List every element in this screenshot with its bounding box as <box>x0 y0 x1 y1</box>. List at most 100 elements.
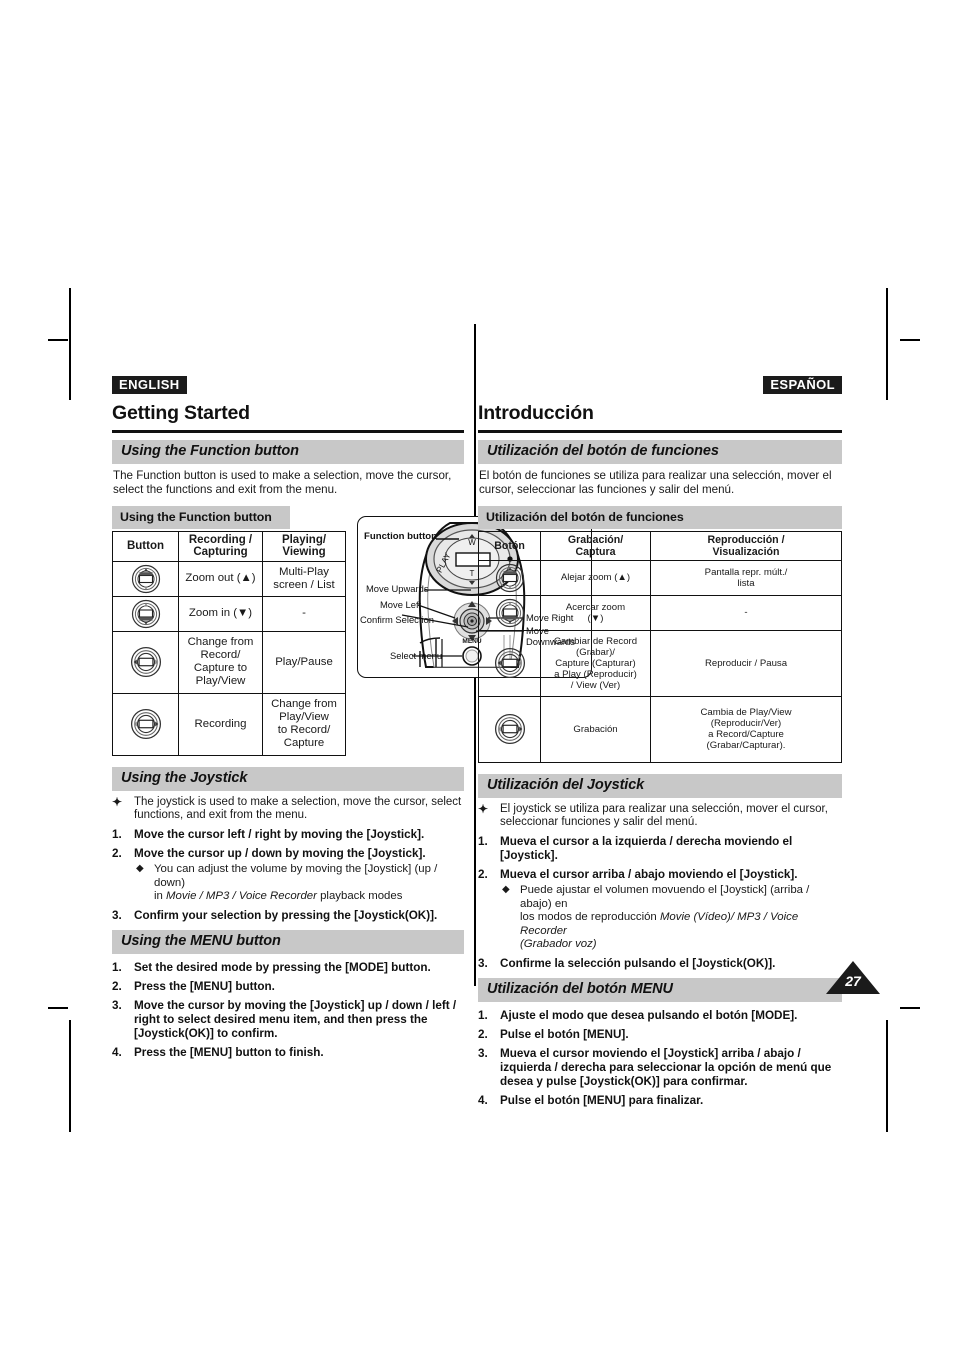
sub-bullet-italic-2: (Grabador voz) <box>520 938 597 951</box>
step-number: 3. <box>478 957 488 971</box>
list-item: 3. Confirme la selección pulsando el [Jo… <box>478 957 842 971</box>
section-header-utilizacion-boton-menu: Utilización del botón MENU <box>478 978 842 1003</box>
manual-page: ENGLISH Getting Started Using the Functi… <box>0 0 954 1350</box>
table-caption-spanish: Utilización del botón de funciones <box>478 505 842 529</box>
cell-reproduccion: - <box>650 594 842 631</box>
cell-icon <box>112 630 179 694</box>
sub-bullet-suffix: playback modes <box>316 890 403 903</box>
step-text: Confirm your selection by pressing the [… <box>134 908 438 922</box>
menu-steps-english: 1. Set the desired mode by pressing the … <box>112 961 464 1060</box>
sub-bullet-prefix: los modos de reproducción <box>520 911 660 924</box>
list-item: 1. Ajuste el modo que desea pulsando el … <box>478 1009 842 1023</box>
dial-left-icon <box>130 646 161 678</box>
table-row: Acercar zoom (▼) - <box>478 594 842 631</box>
diamond-bullet-icon: ◆ <box>136 863 144 875</box>
step-text: Pulse el botón [MENU] para finalizar. <box>500 1094 704 1108</box>
sub-bullets-english: ◆ You can adjust the volume by moving th… <box>134 863 464 904</box>
list-item: ◆ You can adjust the volume by moving th… <box>134 863 464 904</box>
spanish-column: ESPAÑOL Introducción Utilización del bot… <box>478 376 842 1113</box>
dial-right-icon <box>130 708 161 740</box>
crop-mark-top-right <box>886 288 888 400</box>
diagram-label-move-upwards: Move Upwards <box>366 583 429 594</box>
col-header-grabacion: Grabación/ Captura <box>540 530 651 561</box>
section-header-using-function-button: Using the Function button <box>112 439 464 464</box>
col-header-reproduccion: Reproducción / Visualización <box>650 530 842 561</box>
sub-bullets-spanish: ◆ Puede ajustar el volumen movuendo el [… <box>500 884 842 952</box>
list-item: 2. Pulse el botón [MENU]. <box>478 1028 842 1042</box>
english-column: ENGLISH Getting Started Using the Functi… <box>112 376 464 1065</box>
cell-reproduccion: Reproducir / Pausa <box>650 629 842 697</box>
section-intro-english: The Function button is used to make a se… <box>113 468 452 496</box>
english-badge-row: ENGLISH <box>112 376 464 396</box>
dial-down-icon <box>131 599 160 628</box>
joystick-lead-spanish: ✦ El joystick se utiliza para realizar u… <box>478 801 828 829</box>
spanish-badge-row: ESPAÑOL <box>478 376 842 396</box>
cell-icon <box>478 594 541 631</box>
step-text: Move the cursor up / down by moving the … <box>134 847 426 861</box>
col-header-button: Button <box>112 530 179 562</box>
table-row: Cambiar de Record (Grabar)/Capture (Captu… <box>478 629 842 697</box>
step-number: 2. <box>112 847 122 861</box>
list-item: 3. Mueva el cursor moviendo el [Joystick… <box>478 1047 842 1089</box>
table-row: Alejar zoom (▲) Pantalla repr. múlt./lis… <box>478 559 842 596</box>
crop-mark-left-bottom <box>48 1007 68 1009</box>
cell-recording: Change from Record/Capture to Play/View <box>178 630 263 694</box>
dial-down-icon <box>495 598 524 627</box>
crop-mark-left-top <box>48 339 68 341</box>
section-header-using-joystick: Using the Joystick <box>112 766 464 791</box>
clover-bullet-icon: ✦ <box>112 794 123 809</box>
list-item: 4. Pulse el botón [MENU] para finalizar. <box>478 1094 842 1108</box>
table-row: Zoom out (▲) Multi-Play screen / List <box>112 560 346 597</box>
title-rule-spanish <box>478 430 842 433</box>
list-item: 2. Press the [MENU] button. <box>112 980 464 994</box>
diagram-label-function-button: Function button <box>364 531 437 542</box>
step-text: Confirme la selección pulsando el [Joyst… <box>500 957 776 971</box>
cell-recording: Recording <box>178 692 263 756</box>
cell-reproduccion: Cambia de Play/View (Reproducir/Ver) a Rec… <box>650 695 842 763</box>
step-number: 2. <box>112 979 122 993</box>
page-content: ENGLISH Getting Started Using the Functi… <box>112 376 842 1107</box>
crop-mark-bottom-right <box>886 1020 888 1132</box>
step-text: Ajuste el modo que desea pulsando el bot… <box>500 1009 798 1023</box>
dial-left-icon <box>494 647 525 679</box>
cell-playing: Change from Play/View to Record/Capture <box>262 692 346 756</box>
function-button-table-spanish: Botón Grabación/ Captura Reproducción / … <box>478 530 842 763</box>
cell-grabacion: Cambiar de Record (Grabar)/Capture (Captu… <box>540 629 651 697</box>
diagram-label-select-menu: Select menu <box>390 650 443 661</box>
crop-mark-bottom-left <box>69 1020 71 1132</box>
cell-grabacion: Grabación <box>540 695 651 763</box>
table-header-row: Botón Grabación/ Captura Reproducción / … <box>478 530 842 561</box>
step-text: Move the cursor by moving the [Joystick]… <box>134 998 457 1040</box>
list-item: 4. Press the [MENU] button to finish. <box>112 1046 464 1060</box>
sub-bullet-prefix: in <box>154 890 167 903</box>
sub-bullet-italic: Movie / MP3 / Voice Recorder <box>166 890 317 903</box>
cell-grabacion: Acercar zoom (▼) <box>540 594 651 631</box>
step-number: 2. <box>478 868 488 882</box>
cell-playing: Multi-Play screen / List <box>262 560 346 597</box>
step-number: 1. <box>112 960 122 974</box>
col-header-playing: Playing/ Viewing <box>262 530 346 562</box>
clover-bullet-icon: ✦ <box>478 801 489 816</box>
page-number-badge: 27 <box>826 961 880 995</box>
col-header-boton: Botón <box>478 530 541 561</box>
page-number: 27 <box>845 973 861 989</box>
cell-playing: Play/Pause <box>262 630 346 694</box>
section-header-utilizacion-boton-funciones: Utilización del botón de funciones <box>478 439 842 464</box>
sub-bullet-text: Puede ajustar el volumen movuendo el [Jo… <box>520 884 810 910</box>
step-number: 1. <box>478 1009 488 1023</box>
step-number: 3. <box>478 1047 488 1061</box>
section-header-utilizacion-joystick: Utilización del Joystick <box>478 773 842 798</box>
cell-recording: Zoom out (▲) <box>178 560 263 597</box>
joystick-lead-english: ✦ The joystick is used to make a selecti… <box>112 794 462 822</box>
language-badge-spanish: ESPAÑOL <box>763 376 842 394</box>
dial-right-icon <box>494 713 525 745</box>
table-row: Change from Record/Capture to Play/View Pl… <box>112 630 346 694</box>
list-item: 2. Mueva el cursor arriba / abajo movien… <box>478 868 842 952</box>
section-header-using-menu-button: Using the MENU button <box>112 929 464 954</box>
page-title-spanish: Introducción <box>478 402 594 424</box>
step-number: 2. <box>478 1028 488 1042</box>
step-number: 1. <box>112 828 122 842</box>
step-number: 1. <box>478 835 488 849</box>
cell-icon <box>478 629 541 697</box>
step-text: Move the cursor left / right by moving t… <box>134 828 425 842</box>
